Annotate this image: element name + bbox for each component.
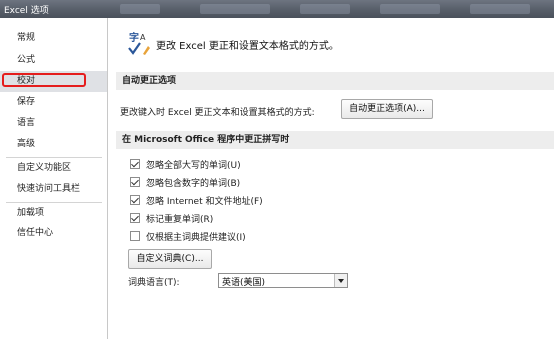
dictionary-language-label: 词典语言(T): [128, 278, 180, 288]
options-nav: 常规 公式 校对 保存 语言 高级 自定义功能区 快速访问工具栏 加载项 信任中… [0, 18, 108, 339]
proofing-panel: 字 A 更改 Excel 更正和设置文本格式的方式。 自动更正选项 更改键入时 … [108, 18, 554, 339]
blurred-region [380, 4, 440, 14]
blurred-region [470, 4, 530, 14]
dictionary-language-value: 英语(美国) [222, 278, 266, 288]
check-icon [131, 177, 139, 186]
check-icon [131, 195, 139, 204]
nav-item-label: 高级 [17, 139, 36, 149]
custom-dictionaries-button[interactable]: 自定义词典(C)... [128, 249, 212, 269]
abc-spellcheck-icon: 字 A [127, 31, 151, 55]
autocorrect-options-button[interactable]: 自动更正选项(A)... [341, 99, 433, 119]
nav-item-label: 常规 [17, 33, 36, 43]
dictionary-language-select[interactable]: 英语(美国) [218, 273, 348, 288]
nav-item-customize-ribbon[interactable]: 自定义功能区 [0, 158, 107, 179]
spelling-section-header: 在 Microsoft Office 程序中更正拼写时 [116, 131, 554, 149]
check-icon [131, 213, 139, 222]
nav-item-quick-access-toolbar[interactable]: 快速访问工具栏 [0, 179, 107, 200]
checkbox[interactable] [130, 159, 140, 169]
checkbox-label: 仅根据主词典提供建议(I) [146, 233, 246, 243]
checkbox[interactable] [130, 177, 140, 187]
checkbox[interactable] [130, 231, 140, 241]
autocorrect-section-header: 自动更正选项 [116, 72, 554, 90]
nav-item-label: 保存 [17, 97, 36, 107]
nav-item-label: 加载项 [17, 208, 45, 218]
checkbox-label: 忽略 Internet 和文件地址(F) [146, 197, 263, 207]
nav-item-label: 自定义功能区 [17, 163, 72, 173]
check-icon [131, 159, 139, 168]
nav-item-formulas[interactable]: 公式 [0, 50, 107, 71]
checkbox-label: 忽略包含数字的单词(B) [146, 179, 241, 189]
checkbox-label: 忽略全部大写的单词(U) [146, 161, 241, 171]
checkbox-label: 标记重复单词(R) [146, 215, 214, 225]
panel-description: 更改 Excel 更正和设置文本格式的方式。 [156, 41, 339, 52]
nav-item-general[interactable]: 常规 [0, 28, 107, 49]
nav-item-label: 公式 [17, 55, 36, 65]
blurred-region [200, 4, 270, 14]
blurred-region [300, 4, 350, 14]
blurred-region [120, 4, 160, 14]
nav-item-advanced[interactable]: 高级 [0, 134, 107, 155]
nav-item-label: 信任中心 [17, 228, 54, 238]
checkbox[interactable] [130, 195, 140, 205]
nav-item-language[interactable]: 语言 [0, 113, 107, 134]
window-title: Excel 选项 [4, 6, 49, 16]
title-bar: Excel 选项 [0, 0, 554, 18]
chevron-down-icon[interactable] [334, 274, 347, 287]
nav-item-label: 语言 [17, 118, 36, 128]
nav-item-add-ins[interactable]: 加载项 [0, 203, 107, 224]
nav-item-save[interactable]: 保存 [0, 92, 107, 113]
options-window: 常规 公式 校对 保存 语言 高级 自定义功能区 快速访问工具栏 加载项 信任中… [0, 18, 554, 339]
svg-text:A: A [140, 33, 146, 42]
autocorrect-description: 更改键入时 Excel 更正文本和设置其格式的方式: [120, 108, 315, 118]
nav-item-label: 快速访问工具栏 [17, 184, 81, 194]
selection-highlight [2, 73, 86, 87]
svg-text:字: 字 [129, 31, 139, 44]
checkbox[interactable] [130, 213, 140, 223]
nav-item-trust-center[interactable]: 信任中心 [0, 223, 107, 244]
